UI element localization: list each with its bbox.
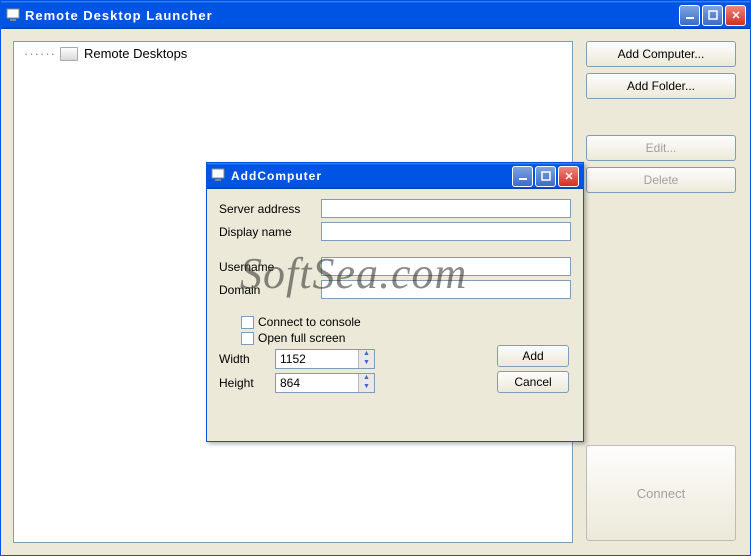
height-down-icon[interactable]: ▼ — [358, 383, 374, 392]
height-label: Height — [219, 376, 275, 390]
dialog-title: AddComputer — [231, 169, 512, 183]
add-folder-button[interactable]: Add Folder... — [586, 73, 736, 99]
domain-label: Domain — [219, 283, 321, 297]
button-spacer — [586, 105, 736, 129]
dialog-minimize-button[interactable] — [512, 166, 533, 187]
dialog-maximize-button[interactable] — [535, 166, 556, 187]
connect-button[interactable]: Connect — [586, 445, 736, 541]
username-label: Username — [219, 260, 321, 274]
edit-button[interactable]: Edit... — [586, 135, 736, 161]
folder-icon — [60, 47, 78, 61]
display-name-input[interactable] — [321, 222, 571, 241]
main-title: Remote Desktop Launcher — [25, 8, 679, 23]
height-value: 864 — [276, 376, 358, 390]
connect-console-checkbox[interactable] — [241, 316, 254, 329]
open-fullscreen-label: Open full screen — [258, 331, 345, 345]
add-computer-button[interactable]: Add Computer... — [586, 41, 736, 67]
server-address-input[interactable] — [321, 199, 571, 218]
tree-root-item[interactable]: ······ Remote Desktops — [14, 42, 572, 65]
height-spinner[interactable]: 864 ▲ ▼ — [275, 373, 375, 393]
width-spinner[interactable]: 1152 ▲ ▼ — [275, 349, 375, 369]
dialog-body: Server address Display name Username Dom… — [207, 189, 583, 403]
maximize-button[interactable] — [702, 5, 723, 26]
server-address-label: Server address — [219, 202, 321, 216]
width-value: 1152 — [276, 352, 358, 366]
display-name-label: Display name — [219, 225, 321, 239]
open-fullscreen-checkbox[interactable] — [241, 332, 254, 345]
width-down-icon[interactable]: ▼ — [358, 359, 374, 368]
delete-button[interactable]: Delete — [586, 167, 736, 193]
dialog-icon — [211, 168, 227, 184]
add-button[interactable]: Add — [497, 345, 569, 367]
main-window-controls — [679, 5, 746, 26]
height-up-icon[interactable]: ▲ — [358, 374, 374, 383]
app-icon — [5, 7, 21, 23]
username-input[interactable] — [321, 257, 571, 276]
width-up-icon[interactable]: ▲ — [358, 350, 374, 359]
cancel-button[interactable]: Cancel — [497, 371, 569, 393]
dialog-buttons: Add Cancel — [497, 345, 569, 393]
width-label: Width — [219, 352, 275, 366]
tree-root-label: Remote Desktops — [84, 46, 187, 61]
connect-console-label: Connect to console — [258, 315, 361, 329]
main-titlebar[interactable]: Remote Desktop Launcher — [1, 1, 750, 29]
dialog-titlebar[interactable]: AddComputer — [207, 163, 583, 189]
close-button[interactable] — [725, 5, 746, 26]
connect-panel: Connect — [586, 445, 736, 541]
minimize-button[interactable] — [679, 5, 700, 26]
domain-input[interactable] — [321, 280, 571, 299]
dialog-close-button[interactable] — [558, 166, 579, 187]
add-computer-dialog: AddComputer Server address Display name … — [206, 162, 584, 442]
tree-expander-icon: ······ — [24, 46, 56, 61]
dialog-window-controls — [512, 166, 579, 187]
side-buttons: Add Computer... Add Folder... Edit... De… — [586, 41, 736, 193]
